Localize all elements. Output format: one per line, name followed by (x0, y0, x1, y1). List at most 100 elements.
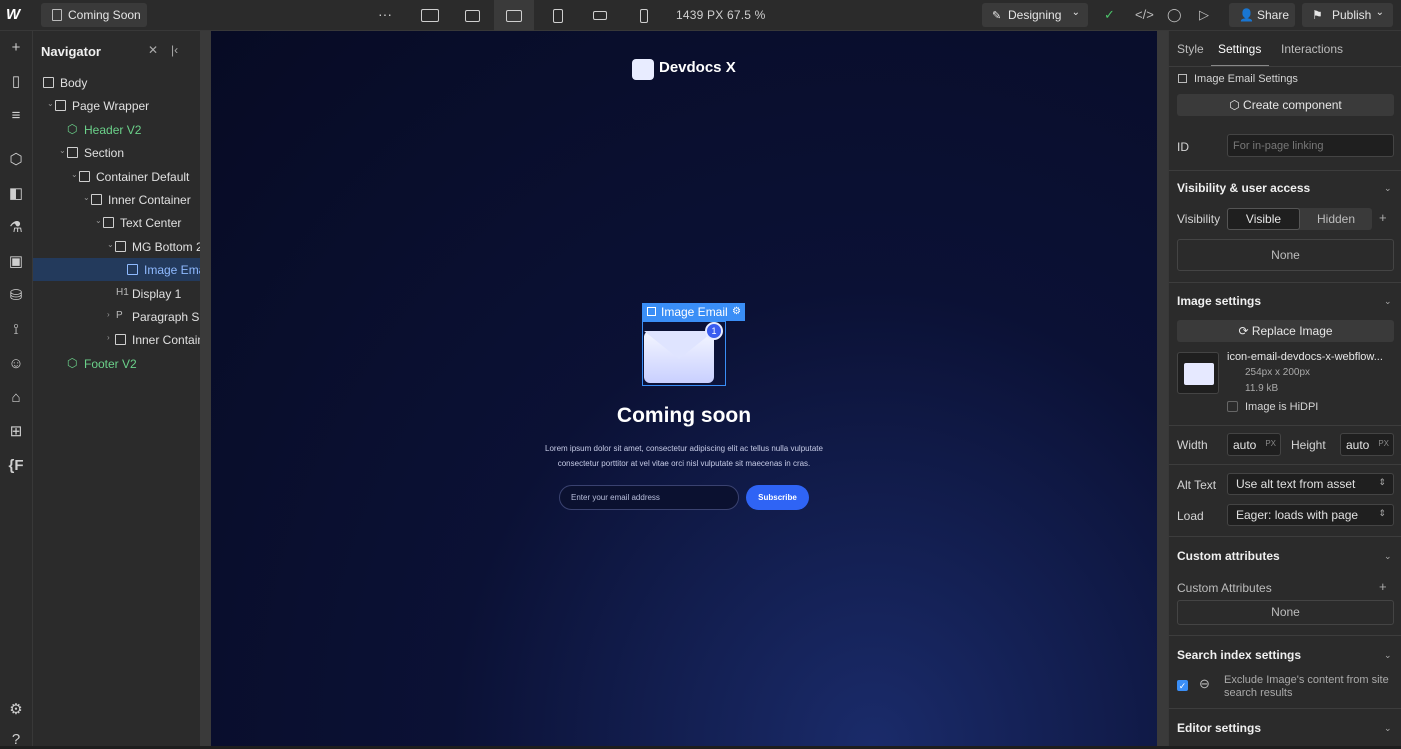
custom-attributes-title[interactable]: Custom attributes (1177, 549, 1280, 563)
navigator-item[interactable]: ⌄ MG Bottom 2 (33, 235, 200, 258)
box-icon (55, 100, 66, 112)
image-thumbnail[interactable] (1177, 352, 1219, 394)
status-check-icon[interactable]: ✓ (1104, 7, 1115, 23)
tab-style[interactable]: Style (1177, 42, 1204, 56)
design-canvas[interactable]: Devdocs X 1 Image Email ⚙ Coming soon Lo… (211, 31, 1157, 746)
navigator-icon[interactable]: ≡ (7, 107, 25, 125)
chevron-down-icon[interactable]: ⌄ (1384, 296, 1392, 307)
navigator-item[interactable]: ⌄ Inner Container (33, 188, 200, 211)
add-icon[interactable]: + (1379, 579, 1387, 594)
page-heading[interactable]: Coming soon (211, 404, 1157, 428)
subscribe-button[interactable]: Subscribe (746, 485, 809, 510)
alt-text-select[interactable]: Use alt text from asset ⇕ (1227, 473, 1394, 495)
create-component-button[interactable]: ⬡ Create component (1177, 94, 1394, 116)
caret-icon[interactable]: ⌄ (71, 170, 78, 179)
share-button[interactable]: 👤 Share (1229, 3, 1295, 27)
navigator-item[interactable]: › P Paragraph S... (33, 305, 200, 328)
mode-selector[interactable]: ✎ Designing ⌄ (982, 3, 1088, 27)
navigator-item[interactable]: ⌄ Section (33, 141, 200, 164)
navigator-item[interactable]: ⌄ Page Wrapper (33, 94, 200, 117)
email-input[interactable]: Enter your email address (559, 485, 739, 510)
page-selector[interactable]: Coming Soon (41, 3, 147, 27)
preview-play-icon[interactable]: ▷ (1199, 7, 1209, 23)
tablet-breakpoint-icon[interactable] (538, 0, 578, 31)
id-input[interactable]: For in-page linking (1227, 134, 1394, 157)
visibility-section-title[interactable]: Visibility & user access (1177, 181, 1310, 195)
tab-settings[interactable]: Settings (1218, 42, 1261, 56)
ecommerce-icon[interactable]: ⌂ (7, 389, 25, 407)
mobile-landscape-breakpoint-icon[interactable] (580, 0, 620, 31)
cms-icon[interactable]: ⛁ (7, 287, 25, 305)
add-icon[interactable]: + (7, 39, 25, 57)
settings-gear-icon[interactable]: ⚙ (7, 701, 25, 719)
caret-icon[interactable]: ⌄ (83, 193, 90, 202)
apps-icon[interactable]: ⊞ (7, 423, 25, 441)
caret-icon[interactable]: › (107, 310, 110, 319)
visible-option[interactable]: Visible (1227, 208, 1300, 230)
updown-icon: ⇕ (1378, 477, 1386, 487)
exclude-search-checkbox[interactable]: ✓ (1177, 680, 1188, 691)
load-select[interactable]: Eager: loads with page ⇕ (1227, 504, 1394, 526)
navigator-item[interactable]: › Inner Contain (33, 328, 200, 351)
navigator-item[interactable]: Image Ema (33, 258, 200, 282)
style-selectors-icon[interactable]: ◧ (7, 185, 25, 203)
navigator-item[interactable]: H1 Display 1 (33, 282, 200, 305)
users-icon[interactable]: ☺ (7, 355, 25, 373)
navigator-item[interactable]: ⌄ Container Default (33, 165, 200, 188)
element-settings-gear-icon[interactable]: ⚙ (728, 303, 745, 321)
custom-attributes-list[interactable]: None (1177, 600, 1394, 625)
hidpi-checkbox[interactable] (1227, 401, 1238, 412)
chevron-down-icon[interactable]: ⌄ (1384, 723, 1392, 734)
search-index-title[interactable]: Search index settings (1177, 648, 1301, 662)
assets-icon[interactable]: ▣ (7, 253, 25, 271)
caret-icon[interactable]: ⌄ (47, 99, 54, 108)
close-panel-icon[interactable]: |‹ (171, 43, 178, 57)
help-icon[interactable]: ? (7, 731, 25, 749)
expand-collapse-icon[interactable]: ✕ (148, 43, 158, 57)
variables-icon[interactable]: ⚗ (7, 219, 25, 237)
tab-interactions[interactable]: Interactions (1281, 42, 1343, 56)
webflow-logo-icon[interactable]: W (6, 6, 28, 24)
caret-icon[interactable]: ⌄ (95, 216, 102, 225)
page-paragraph[interactable]: Lorem ipsum dolor sit amet, consectetur … (533, 441, 835, 471)
navigator-item[interactable]: ⌄ Text Center (33, 211, 200, 234)
navigator-item[interactable]: ⬡ Footer V2 (33, 352, 200, 375)
editor-settings-title[interactable]: Editor settings (1177, 721, 1261, 735)
logic-icon[interactable]: ⟟ (7, 321, 25, 339)
chevron-down-icon[interactable]: ⌄ (1384, 551, 1392, 562)
add-icon[interactable]: + (1379, 210, 1387, 225)
replace-image-button[interactable]: ⟳ Replace Image (1177, 320, 1394, 342)
hidden-option[interactable]: Hidden (1300, 208, 1372, 230)
width-input[interactable]: auto PX (1227, 433, 1281, 456)
selection-label[interactable]: Image Email (642, 303, 734, 321)
chevron-down-icon[interactable]: ⌄ (1384, 183, 1392, 194)
navigator-item[interactable]: Body (33, 71, 200, 94)
desktop-large-breakpoint-icon[interactable] (410, 0, 450, 31)
publish-button[interactable]: ⚑ Publish ⌄ (1302, 3, 1393, 27)
visibility-conditions[interactable]: None (1177, 239, 1394, 271)
navigator-item[interactable]: ⬡ Header V2 (33, 118, 200, 141)
chevron-down-icon[interactable]: ⌄ (1384, 650, 1392, 661)
image-icon (647, 307, 656, 316)
base-breakpoint-icon[interactable] (494, 0, 534, 31)
height-input[interactable]: auto PX (1340, 433, 1394, 456)
caret-icon[interactable]: › (107, 333, 110, 342)
width-label: Width (1177, 438, 1208, 452)
code-icon[interactable]: </> (1135, 7, 1154, 22)
mobile-portrait-breakpoint-icon[interactable] (624, 0, 664, 31)
more-icon[interactable]: ··· (378, 6, 392, 22)
search-exclude-icon: ⊖ (1199, 676, 1210, 691)
pages-icon[interactable]: ▯ (7, 73, 25, 91)
comments-icon[interactable]: ◯ (1167, 7, 1182, 23)
image-settings-title[interactable]: Image settings (1177, 294, 1261, 308)
navigator-item-label: Display 1 (132, 286, 182, 301)
caret-icon[interactable]: ⌄ (59, 146, 66, 155)
fonts-icon[interactable]: {F (7, 457, 25, 475)
caret-icon[interactable]: ⌄ (107, 240, 114, 249)
left-rail: + ▯ ≡ ⬡ ◧ ⚗ ▣ ⛁ ⟟ ☺ ⌂ ⊞ {F ⚙ ? (0, 31, 33, 749)
navigator-resize-handle[interactable] (200, 31, 211, 746)
canvas-scrollbar[interactable] (1157, 31, 1168, 746)
brand-name[interactable]: Devdocs X (659, 59, 736, 76)
desktop-breakpoint-icon[interactable] (452, 0, 492, 31)
components-icon[interactable]: ⬡ (7, 151, 25, 169)
